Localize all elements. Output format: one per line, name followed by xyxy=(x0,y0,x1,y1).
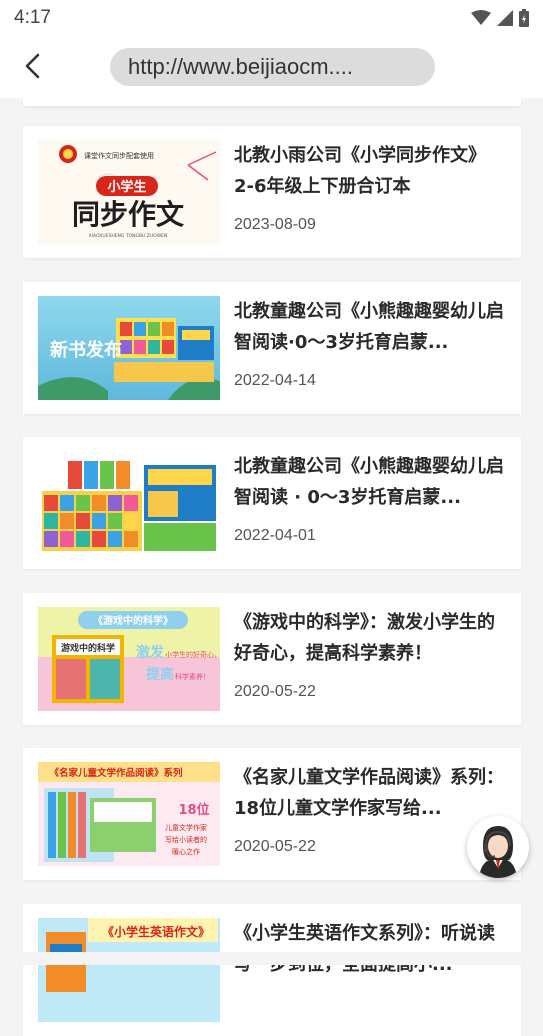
article-card[interactable]: 《小学生英语作文》 《小学生英语作文系列》：听说读写一步到位，全面提高小... xyxy=(23,904,521,1036)
thumb-banner: 《游戏中的科学》 xyxy=(93,614,173,627)
article-thumbnail: 课堂作文同步配套使用 小学生 同步作文 XIAOXUESHENG TONGBU … xyxy=(38,140,220,244)
browser-toolbar: http://www.beijiaocm.... xyxy=(0,36,543,98)
back-arrow-icon xyxy=(25,53,40,79)
url-text: http://www.beijiaocm.... xyxy=(128,54,353,79)
customer-service-button[interactable] xyxy=(467,816,529,878)
thumb-text1: 激发 xyxy=(136,644,165,661)
article-title: 《游戏中的科学》：激发小学生的好奇心，提高科学素养！ xyxy=(234,612,495,664)
thumb-num: 18位 xyxy=(178,802,209,818)
article-date: 2022-04-14 xyxy=(234,372,316,389)
article-title: 《小学生英语作文系列》：听说读写一步到位，全面提高小... xyxy=(234,923,495,975)
customer-service-icon xyxy=(467,816,529,878)
thumb-main: 新书发布 xyxy=(50,339,122,361)
thumb-sub: XIAOXUESHENG TONGBU ZUOWEN xyxy=(89,233,168,239)
article-title: 北教童趣公司《小熊趣趣婴幼儿启智阅读 · 0～3岁托育启蒙... xyxy=(234,456,504,508)
article-date: 2023-08-09 xyxy=(234,216,316,233)
thumb-badge: 小学生 xyxy=(107,179,146,195)
article-list[interactable]: 课堂作文同步配套使用 小学生 同步作文 XIAOXUESHENG TONGBU … xyxy=(0,0,543,1036)
article-card[interactable]: 课堂作文同步配套使用 小学生 同步作文 XIAOXUESHENG TONGBU … xyxy=(23,126,521,258)
article-card[interactable]: 北教童趣公司《小熊趣趣婴幼儿启智阅读 · 0～3岁托育启蒙... 2022-04… xyxy=(23,437,521,569)
article-thumbnail: 《小学生英语作文》 xyxy=(38,918,220,1022)
thumb-book: 游戏中的科学 xyxy=(61,642,115,654)
thumb-main: 同步作文 xyxy=(72,198,184,231)
thumb-banner: 《名家儿童文学作品阅读》系列 xyxy=(49,767,182,779)
article-title: 北教童趣公司《小熊趣趣婴幼儿启智阅读·0～3岁托育启蒙... xyxy=(234,301,504,353)
thumb-line2: 写给小读者的 xyxy=(165,835,207,844)
article-card[interactable]: 《游戏中的科学》 游戏中的科学 激发 小学生的好奇心， 提高 科学素养！ 《游戏… xyxy=(23,593,521,725)
thumb-banner: 《小学生英语作文》 xyxy=(102,924,210,939)
thumb-text2b: 科学素养！ xyxy=(175,672,210,681)
article-thumbnail xyxy=(38,451,220,555)
thumb-header: 课堂作文同步配套使用 xyxy=(84,151,154,160)
article-thumbnail: 《名家儿童文学作品阅读》系列 18位 儿童文学作家 写给小读者的 暖心之作 xyxy=(38,762,220,866)
previous-card-edge xyxy=(23,98,521,106)
article-card[interactable]: 新书发布 北教童趣公司《小熊趣趣婴幼儿启智阅读·0～3岁托育启蒙... 2022… xyxy=(23,282,521,414)
article-thumbnail: 《游戏中的科学》 游戏中的科学 激发 小学生的好奇心， 提高 科学素养！ xyxy=(38,607,220,711)
article-thumbnail: 新书发布 xyxy=(38,296,220,400)
article-date: 2020-05-22 xyxy=(234,838,316,855)
thumb-text2: 提高 xyxy=(146,666,174,683)
bottom-edge xyxy=(0,952,543,965)
back-button[interactable] xyxy=(16,50,48,82)
thumb-text1b: 小学生的好奇心， xyxy=(165,650,220,659)
article-date: 2022-04-01 xyxy=(234,527,316,544)
article-title: 北教小雨公司《小学同步作文》2-6年级上下册合订本 xyxy=(234,145,486,197)
url-field[interactable]: http://www.beijiaocm.... xyxy=(110,48,435,86)
thumb-line1: 儿童文学作家 xyxy=(165,823,207,832)
article-date: 2020-05-22 xyxy=(234,683,316,700)
article-card[interactable]: 《名家儿童文学作品阅读》系列 18位 儿童文学作家 写给小读者的 暖心之作 《名… xyxy=(23,748,521,880)
thumb-line3: 暖心之作 xyxy=(172,847,200,856)
article-title: 《名家儿童文学作品阅读》系列：18位儿童文学作家写给... xyxy=(234,767,504,819)
